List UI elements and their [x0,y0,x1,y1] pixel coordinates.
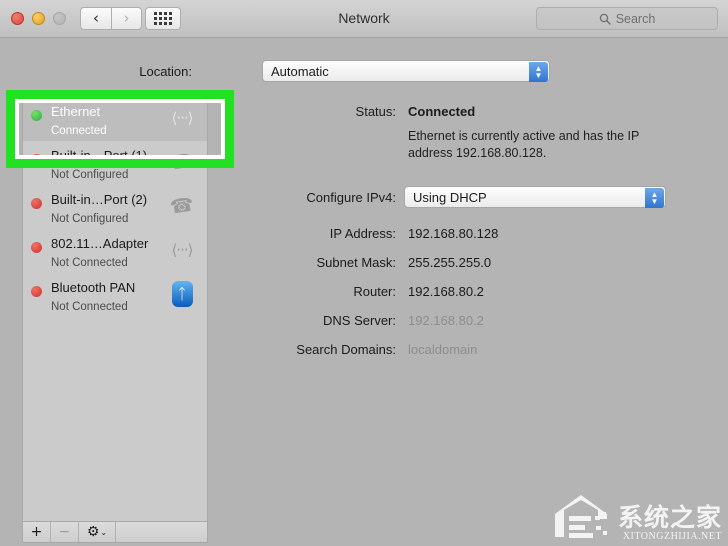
service-actions-button[interactable]: ⚙ ⌄ [79,522,116,542]
dns-server-label: DNS Server: [323,313,396,328]
chevron-updown-icon: ▲ ▼ [645,188,664,208]
search-placeholder: Search [615,11,656,26]
status-dot [31,286,42,297]
dns-server-row: DNS Server: 192.168.80.2 [232,309,718,338]
watermark-logo: 系统之家 XITONGZHIJIA.NET [532,484,722,542]
router-label: Router: [353,284,396,299]
service-status: Not Configured [51,169,129,181]
status-value: Connected [408,104,476,119]
chevron-updown-icon: ▲ ▼ [529,62,548,82]
network-preferences-window: ‹ › Network Search Location: Automatic ▲… [0,0,728,546]
service-status: Not Connected [51,301,128,313]
window-titlebar: ‹ › Network Search [0,0,728,38]
service-status: Not Connected [51,257,128,269]
ip-address-row: IP Address: 192.168.80.128 [232,222,718,251]
configure-ipv4-value: Using DHCP [413,189,487,205]
watermark-english-text: XITONGZHIJIA.NET [622,531,722,542]
service-text: 802.11…Adapter Not Connected [51,235,165,271]
subnet-mask-value: 255.255.255.0 [408,255,492,270]
configure-ipv4-dropdown[interactable]: Using DHCP ▲ ▼ [404,186,666,208]
bluetooth-icon: ᛏ [165,279,199,309]
service-text: Built-in…Port (2) Not Configured [51,191,165,227]
chevron-down-icon: ⌄ [100,527,108,537]
location-value: Automatic [271,63,329,79]
service-name: 802.11…Adapter [51,236,149,251]
configure-ipv4-row: Configure IPv4: Using DHCP ▲ ▼ [232,186,718,222]
dns-server-value: 192.168.80.2 [408,313,484,328]
watermark-chinese-text: 系统之家 [617,504,722,532]
location-label: Location: [139,64,192,79]
ethernet-icon: ⟨···⟩ [171,241,193,259]
service-name: Built-in…Port (2) [51,192,148,207]
ip-address-value: 192.168.80.128 [408,226,499,241]
sidebar-item-bluetooth-pan[interactable]: Bluetooth PAN Not Connected ᛏ [23,273,207,317]
sidebar-item-builtin-port-2[interactable]: Built-in…Port (2) Not Configured ☎ [23,185,207,229]
service-text: Ethernet Connected [51,103,165,139]
status-dot [31,242,42,253]
ethernet-icon: ⟨···⟩ [171,109,193,127]
service-status: Connected [51,125,107,137]
subnet-mask-row: Subnet Mask: 255.255.255.0 [232,251,718,280]
search-domains-label: Search Domains: [296,342,396,357]
service-text: Built-in…Port (1) Not Configured [51,147,165,183]
service-list-toolbar: + − ⚙ ⌄ [22,522,208,543]
search-input[interactable]: Search [536,7,718,30]
search-domains-row: Search Domains: localdomain [232,338,718,367]
status-dot [31,110,42,121]
sidebar-item-wifi-adapter[interactable]: 802.11…Adapter Not Connected ⟨···⟩ [23,229,207,273]
location-dropdown[interactable]: Automatic ▲ ▼ [262,60,550,82]
status-description: Ethernet is currently active and has the… [408,129,640,160]
subnet-mask-label: Subnet Mask: [316,255,397,270]
add-service-button[interactable]: + [23,522,51,542]
status-label: Status: [355,104,396,119]
service-name: Ethernet [51,104,101,119]
house-logo-icon [554,495,607,538]
status-dot [31,198,42,209]
service-text: Bluetooth PAN Not Connected [51,279,165,315]
gear-icon: ⚙ [86,524,100,540]
service-name: Built-in…Port (1) [51,148,148,163]
status-row: Status: Connected Ethernet is currently … [232,100,718,186]
search-icon [599,13,611,25]
search-domains-value: localdomain [408,342,478,357]
service-status: Not Configured [51,213,129,225]
modem-icon: ☎ [168,193,196,219]
sidebar-item-ethernet[interactable]: Ethernet Connected ⟨···⟩ [23,97,207,141]
service-list[interactable]: Ethernet Connected ⟨···⟩ Built-in…Port (… [22,96,208,522]
service-detail-panel: Status: Connected Ethernet is currently … [232,100,718,367]
service-name: Bluetooth PAN [51,280,136,295]
modem-icon: ☎ [168,149,196,175]
ip-address-label: IP Address: [329,226,396,241]
location-row: Location: Automatic ▲ ▼ [0,58,728,88]
status-dot [31,154,42,165]
router-row: Router: 192.168.80.2 [232,280,718,309]
configure-ipv4-label: Configure IPv4: [306,190,396,205]
remove-service-button: − [51,522,79,542]
sidebar-item-builtin-port-1[interactable]: Built-in…Port (1) Not Configured ☎ [23,141,207,185]
router-value: 192.168.80.2 [408,284,484,299]
